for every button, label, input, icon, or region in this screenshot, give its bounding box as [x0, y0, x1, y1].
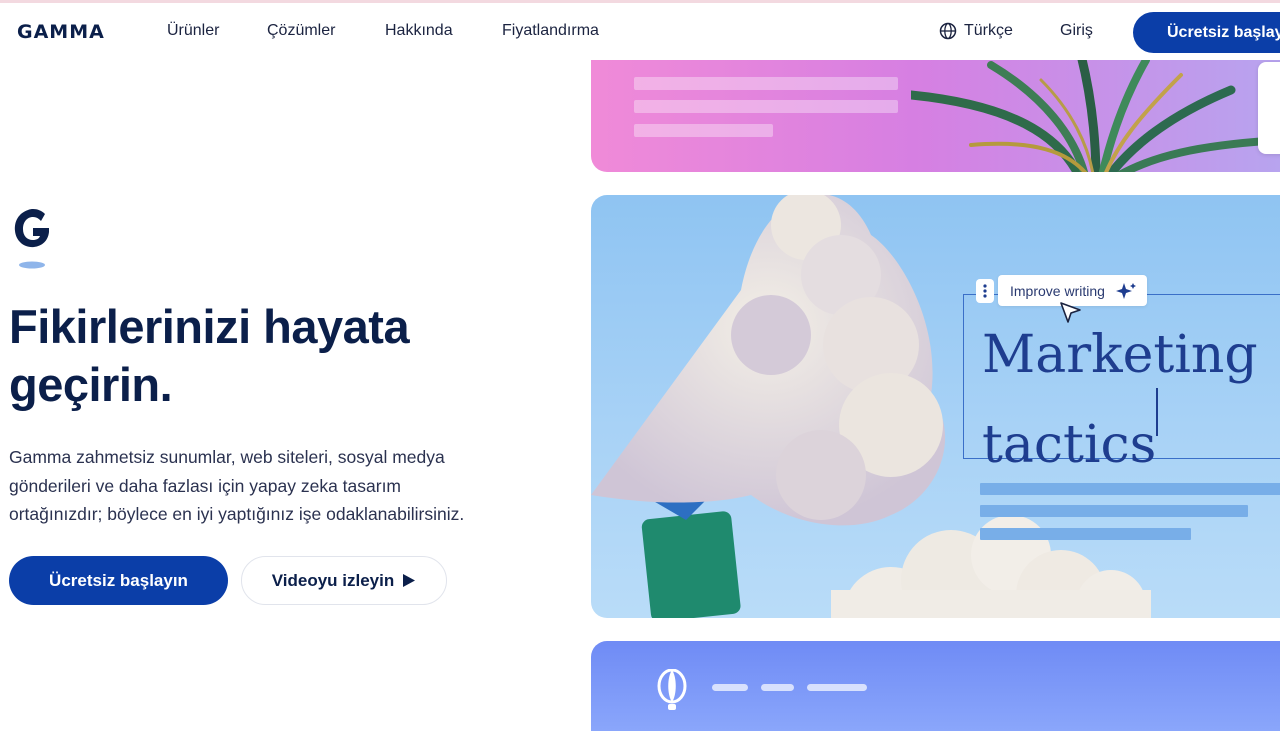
hero-title-line: geçirin.: [9, 358, 173, 411]
hero-subtitle-line: ortağınızdır; böylece en iyi yaptığınız …: [9, 504, 465, 524]
placeholder-text-bar: [634, 100, 898, 113]
placeholder-text-bar: [634, 124, 773, 137]
language-selector[interactable]: Türkçe: [939, 22, 1013, 40]
side-panel-edge: [1258, 62, 1280, 154]
marketing-heading: Marketing tactics: [982, 310, 1258, 490]
cursor-arrow-icon: [1060, 302, 1081, 323]
text-caret: [1156, 388, 1158, 436]
gamma-logo[interactable]: GAMMA: [17, 21, 105, 43]
nav-link-about[interactable]: Hakkında: [385, 22, 453, 40]
placeholder-dash: [712, 684, 748, 691]
gamma-g-mark-icon: [14, 209, 49, 269]
language-label: Türkçe: [964, 22, 1013, 39]
start-free-button[interactable]: Ücretsiz başlayın: [9, 556, 228, 605]
marketing-heading-line: Marketing: [982, 325, 1258, 385]
hero-title-line: Fikirlerinizi hayata: [9, 300, 410, 353]
watch-video-button[interactable]: Videoyu izleyin: [241, 556, 447, 605]
placeholder-text-bar: [634, 77, 898, 90]
placeholder-text-bar: [980, 505, 1248, 517]
more-options-icon[interactable]: [976, 278, 994, 303]
nav-link-products[interactable]: Ürünler: [167, 22, 219, 40]
hero-subtitle-line: Gamma zahmetsiz sunumlar, web siteleri, …: [9, 447, 445, 467]
nav-signup-button[interactable]: Ücretsiz başlayın: [1133, 12, 1280, 53]
hero-title: Fikirlerinizi hayata geçirin.: [9, 298, 410, 414]
improve-writing-label: Improve writing: [1010, 282, 1105, 299]
hero-subtitle: Gamma zahmetsiz sunumlar, web siteleri, …: [9, 443, 569, 529]
placeholder-text-bar: [980, 528, 1191, 540]
placeholder-dash: [761, 684, 794, 691]
top-navigation: GAMMA Ürünler Çözümler Hakkında Fiyatlan…: [0, 3, 1280, 60]
play-icon: [403, 574, 416, 587]
globe-icon: [939, 22, 957, 40]
hero-subtitle-line: gönderileri ve daha fazlası için yapay z…: [9, 475, 402, 496]
sparkle-icon: [1115, 282, 1136, 299]
watch-video-label: Videoyu izleyin: [271, 570, 395, 590]
nav-link-pricing[interactable]: Fiyatlandırma: [502, 22, 599, 40]
marketing-heading-line: tactics: [982, 415, 1157, 475]
nav-link-solutions[interactable]: Çözümler: [267, 22, 335, 40]
balloon-icon: [657, 669, 687, 710]
placeholder-dash: [807, 684, 867, 691]
plant-illustration: [911, 55, 1280, 172]
login-link[interactable]: Giriş: [1060, 22, 1093, 40]
preview-card-bottom: [591, 641, 1280, 731]
